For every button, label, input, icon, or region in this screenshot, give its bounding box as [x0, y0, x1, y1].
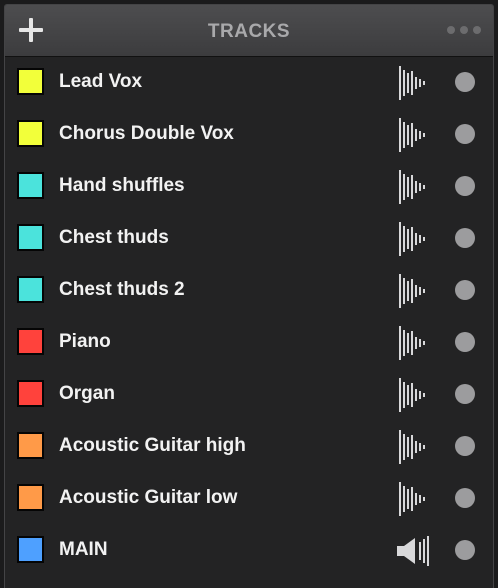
track-color-swatch[interactable]: [17, 380, 44, 407]
waveform-icon[interactable]: [397, 430, 429, 464]
ellipsis-dot: [447, 26, 455, 34]
track-row-2[interactable]: Hand shuffles: [5, 161, 493, 213]
track-color-swatch[interactable]: [17, 224, 44, 251]
track-toggle-button[interactable]: [455, 280, 475, 300]
track-toggle-button[interactable]: [455, 436, 475, 456]
track-name: Chest thuds: [59, 227, 169, 248]
waveform-icon[interactable]: [397, 170, 429, 204]
waveform-icon[interactable]: [397, 326, 429, 360]
track-row-8[interactable]: Acoustic Guitar low: [5, 473, 493, 525]
track-row-5[interactable]: Piano: [5, 317, 493, 369]
track-toggle-button[interactable]: [455, 540, 475, 560]
waveform-icon[interactable]: [397, 222, 429, 256]
track-row-7[interactable]: Acoustic Guitar high: [5, 421, 493, 473]
track-toggle-button[interactable]: [455, 176, 475, 196]
track-row-1[interactable]: Chorus Double Vox: [5, 109, 493, 161]
track-color-swatch[interactable]: [17, 68, 44, 95]
track-toggle-button[interactable]: [455, 488, 475, 508]
track-name: Piano: [59, 331, 111, 352]
track-row-4[interactable]: Chest thuds 2: [5, 265, 493, 317]
ellipsis-dot: [473, 26, 481, 34]
track-color-swatch[interactable]: [17, 328, 44, 355]
track-color-swatch[interactable]: [17, 536, 44, 563]
track-toggle-button[interactable]: [455, 384, 475, 404]
track-row-6[interactable]: Organ: [5, 369, 493, 421]
track-row-9[interactable]: MAIN: [5, 525, 493, 577]
track-name: Hand shuffles: [59, 175, 185, 196]
track-toggle-button[interactable]: [455, 228, 475, 248]
track-color-swatch[interactable]: [17, 484, 44, 511]
waveform-icon[interactable]: [397, 274, 429, 308]
track-toggle-button[interactable]: [455, 332, 475, 352]
track-name: Acoustic Guitar low: [59, 487, 238, 508]
track-name: Organ: [59, 383, 115, 404]
track-name: Chest thuds 2: [59, 279, 185, 300]
track-name: MAIN: [59, 539, 108, 560]
panel-title: TRACKS: [207, 21, 291, 42]
waveform-icon[interactable]: [397, 66, 429, 100]
track-color-swatch[interactable]: [17, 120, 44, 147]
ellipsis-dot: [460, 26, 468, 34]
track-list: Lead Vox Chorus Double Vox Hand shuffles…: [5, 57, 493, 577]
tracks-header: TRACKS: [5, 5, 493, 57]
more-options-button[interactable]: [447, 25, 481, 35]
speaker-icon[interactable]: [395, 536, 431, 566]
track-name: Chorus Double Vox: [59, 123, 234, 144]
track-name: Acoustic Guitar high: [59, 435, 246, 456]
tracks-panel: TRACKS Lead Vox Chorus Double Vox Hand s…: [4, 4, 494, 588]
track-row-3[interactable]: Chest thuds: [5, 213, 493, 265]
waveform-icon[interactable]: [397, 118, 429, 152]
track-toggle-button[interactable]: [455, 124, 475, 144]
track-row-0[interactable]: Lead Vox: [5, 57, 493, 109]
track-toggle-button[interactable]: [455, 72, 475, 92]
track-color-swatch[interactable]: [17, 432, 44, 459]
waveform-icon[interactable]: [397, 378, 429, 412]
waveform-icon[interactable]: [397, 482, 429, 516]
track-color-swatch[interactable]: [17, 276, 44, 303]
track-color-swatch[interactable]: [17, 172, 44, 199]
track-name: Lead Vox: [59, 71, 143, 92]
